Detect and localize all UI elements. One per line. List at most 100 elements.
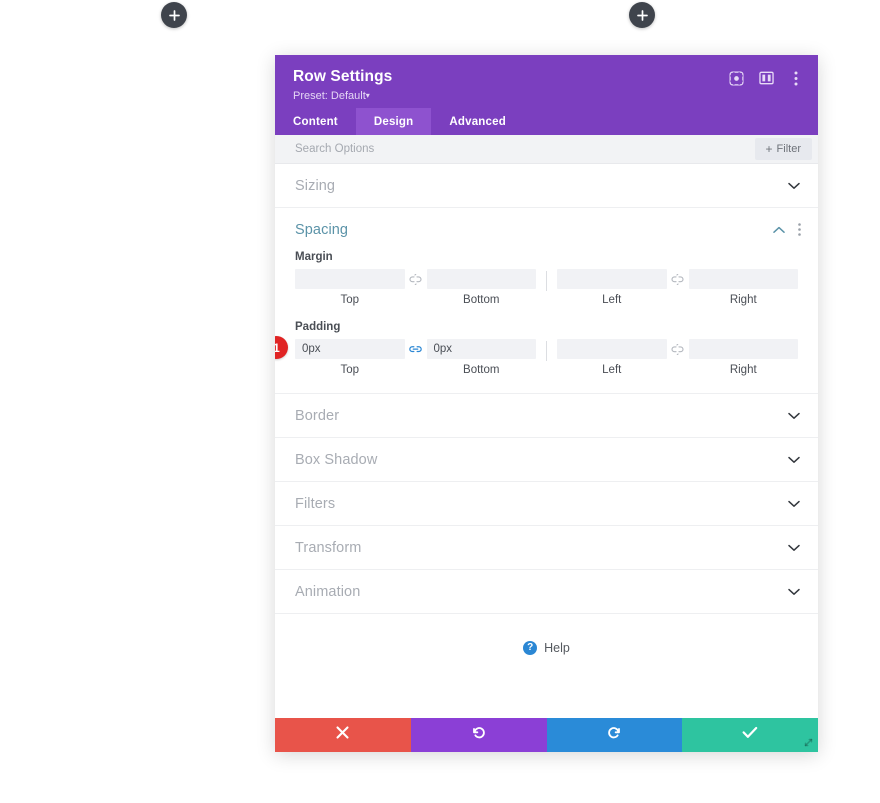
padding-link-top-bottom-link-icon[interactable] <box>405 339 427 359</box>
tab-content[interactable]: Content <box>275 108 356 135</box>
padding-right-caption: Right <box>729 364 757 376</box>
padding-top-input[interactable] <box>295 339 405 359</box>
chevron-down-icon[interactable] <box>787 585 801 599</box>
section-title-sizing: Sizing <box>295 177 336 194</box>
preset-label: Preset: Default <box>293 90 366 102</box>
margin-divider <box>546 271 547 291</box>
padding-pair-left-right: Left Right <box>557 339 798 376</box>
margin-right-cell: Right <box>688 269 798 306</box>
row-settings-modal: Row Settings Preset: Default▾ Content De… <box>275 55 818 752</box>
section-title-spacing: Spacing <box>295 221 349 238</box>
modal-footer <box>275 718 818 752</box>
layout-columns-icon[interactable] <box>758 70 774 86</box>
preset-selector[interactable]: Preset: Default▾ <box>293 88 370 105</box>
section-sizing: Sizing <box>275 164 818 208</box>
padding-label: Padding <box>295 321 341 333</box>
undo-icon <box>471 725 486 745</box>
margin-left-caption: Left <box>602 294 622 306</box>
tab-design[interactable]: Design <box>355 108 432 135</box>
section-options-more-vertical-icon[interactable] <box>797 223 801 237</box>
margin-right-caption: Right <box>729 294 757 306</box>
padding-fields: 1 Top <box>275 336 798 376</box>
margin-link-left-right-broken-link-icon[interactable] <box>667 269 689 289</box>
section-header-box-shadow[interactable]: Box Shadow <box>275 438 818 481</box>
save-button[interactable] <box>682 718 818 752</box>
padding-bottom-input[interactable] <box>426 339 536 359</box>
section-header-border[interactable]: Border <box>275 394 818 437</box>
margin-link-top-bottom-broken-link-icon[interactable] <box>405 269 427 289</box>
chevron-down-icon[interactable] <box>787 453 801 467</box>
margin-left-input[interactable] <box>557 269 667 289</box>
undo-button[interactable] <box>410 718 547 752</box>
section-title-transform: Transform <box>295 539 362 556</box>
section-animation: Animation <box>275 570 818 614</box>
padding-left-input[interactable] <box>557 339 667 359</box>
padding-right-cell: Right <box>688 339 798 376</box>
section-header-filters[interactable]: Filters <box>275 482 818 525</box>
focus-icon[interactable] <box>728 70 744 86</box>
margin-bottom-caption: Bottom <box>463 294 500 306</box>
padding-left-cell: Left <box>557 339 667 376</box>
padding-pair-top-bottom: Top Bottom <box>295 339 536 376</box>
section-spacing: Spacing Margin Top Bottom Left Right Pad… <box>275 208 818 394</box>
filter-button[interactable]: + Filter <box>754 138 812 160</box>
redo-icon <box>607 725 622 745</box>
chevron-down-icon[interactable] <box>787 497 801 511</box>
chevron-down-icon[interactable] <box>787 179 801 193</box>
margin-top-cell: Top <box>295 269 405 306</box>
padding-top-caption: Top <box>340 364 360 376</box>
chevron-down-icon[interactable] <box>787 541 801 555</box>
plus-icon <box>636 9 648 21</box>
spacing-content: Margin Top Bottom Left Right Padding 1 0… <box>275 251 818 393</box>
section-box-shadow: Box Shadow <box>275 438 818 482</box>
filter-button-label: Filter <box>776 143 801 155</box>
plus-icon <box>168 9 180 21</box>
add-section-button-right[interactable] <box>629 2 655 28</box>
redo-button[interactable] <box>546 718 683 752</box>
chevron-up-icon[interactable] <box>772 223 786 237</box>
page-title: Row Settings <box>293 68 393 85</box>
chevron-down-icon: ▾ <box>365 91 370 100</box>
help-area[interactable]: ? Help <box>275 614 818 655</box>
plus-icon: + <box>765 142 773 156</box>
margin-label: Margin <box>295 251 333 263</box>
section-filters: Filters <box>275 482 818 526</box>
close-icon <box>336 726 349 744</box>
checkmark-icon <box>742 726 758 744</box>
add-section-button-left[interactable] <box>161 2 187 28</box>
section-header-spacing[interactable]: Spacing <box>275 208 818 251</box>
header-actions <box>728 70 804 86</box>
margin-top-input[interactable] <box>295 269 405 289</box>
tab-advanced[interactable]: Advanced <box>431 108 524 135</box>
padding-link-left-right-broken-link-icon[interactable] <box>667 339 689 359</box>
discard-button[interactable] <box>275 718 411 752</box>
resize-handle[interactable] <box>799 733 818 752</box>
section-title-border: Border <box>295 407 340 424</box>
margin-pair-top-bottom: Top Bottom <box>295 269 536 306</box>
more-vertical-icon[interactable] <box>788 70 804 86</box>
step-badge: 1 <box>275 336 288 359</box>
padding-top-cell: Top <box>295 339 405 376</box>
search-input[interactable] <box>295 143 755 155</box>
margin-bottom-input[interactable] <box>426 269 536 289</box>
chevron-down-icon[interactable] <box>787 409 801 423</box>
section-header-sizing[interactable]: Sizing <box>275 164 818 207</box>
padding-bottom-caption: Bottom <box>463 364 500 376</box>
section-transform: Transform <box>275 526 818 570</box>
padding-divider <box>546 341 547 361</box>
section-border: Border <box>275 394 818 438</box>
padding-right-input[interactable] <box>688 339 798 359</box>
margin-pair-left-right: Left Right <box>557 269 798 306</box>
margin-bottom-cell: Bottom <box>426 269 536 306</box>
help-question-icon: ? <box>523 641 538 655</box>
modal-header: Row Settings Preset: Default▾ <box>275 55 818 108</box>
help-label: Help <box>544 641 570 655</box>
search-row: + Filter <box>275 135 818 164</box>
section-header-animation[interactable]: Animation <box>275 570 818 613</box>
modal-body: Sizing Spacing Margin Top Bottom Left Ri… <box>275 164 818 718</box>
margin-left-cell: Left <box>557 269 667 306</box>
margin-top-caption: Top <box>340 294 360 306</box>
margin-right-input[interactable] <box>688 269 798 289</box>
section-header-transform[interactable]: Transform <box>275 526 818 569</box>
